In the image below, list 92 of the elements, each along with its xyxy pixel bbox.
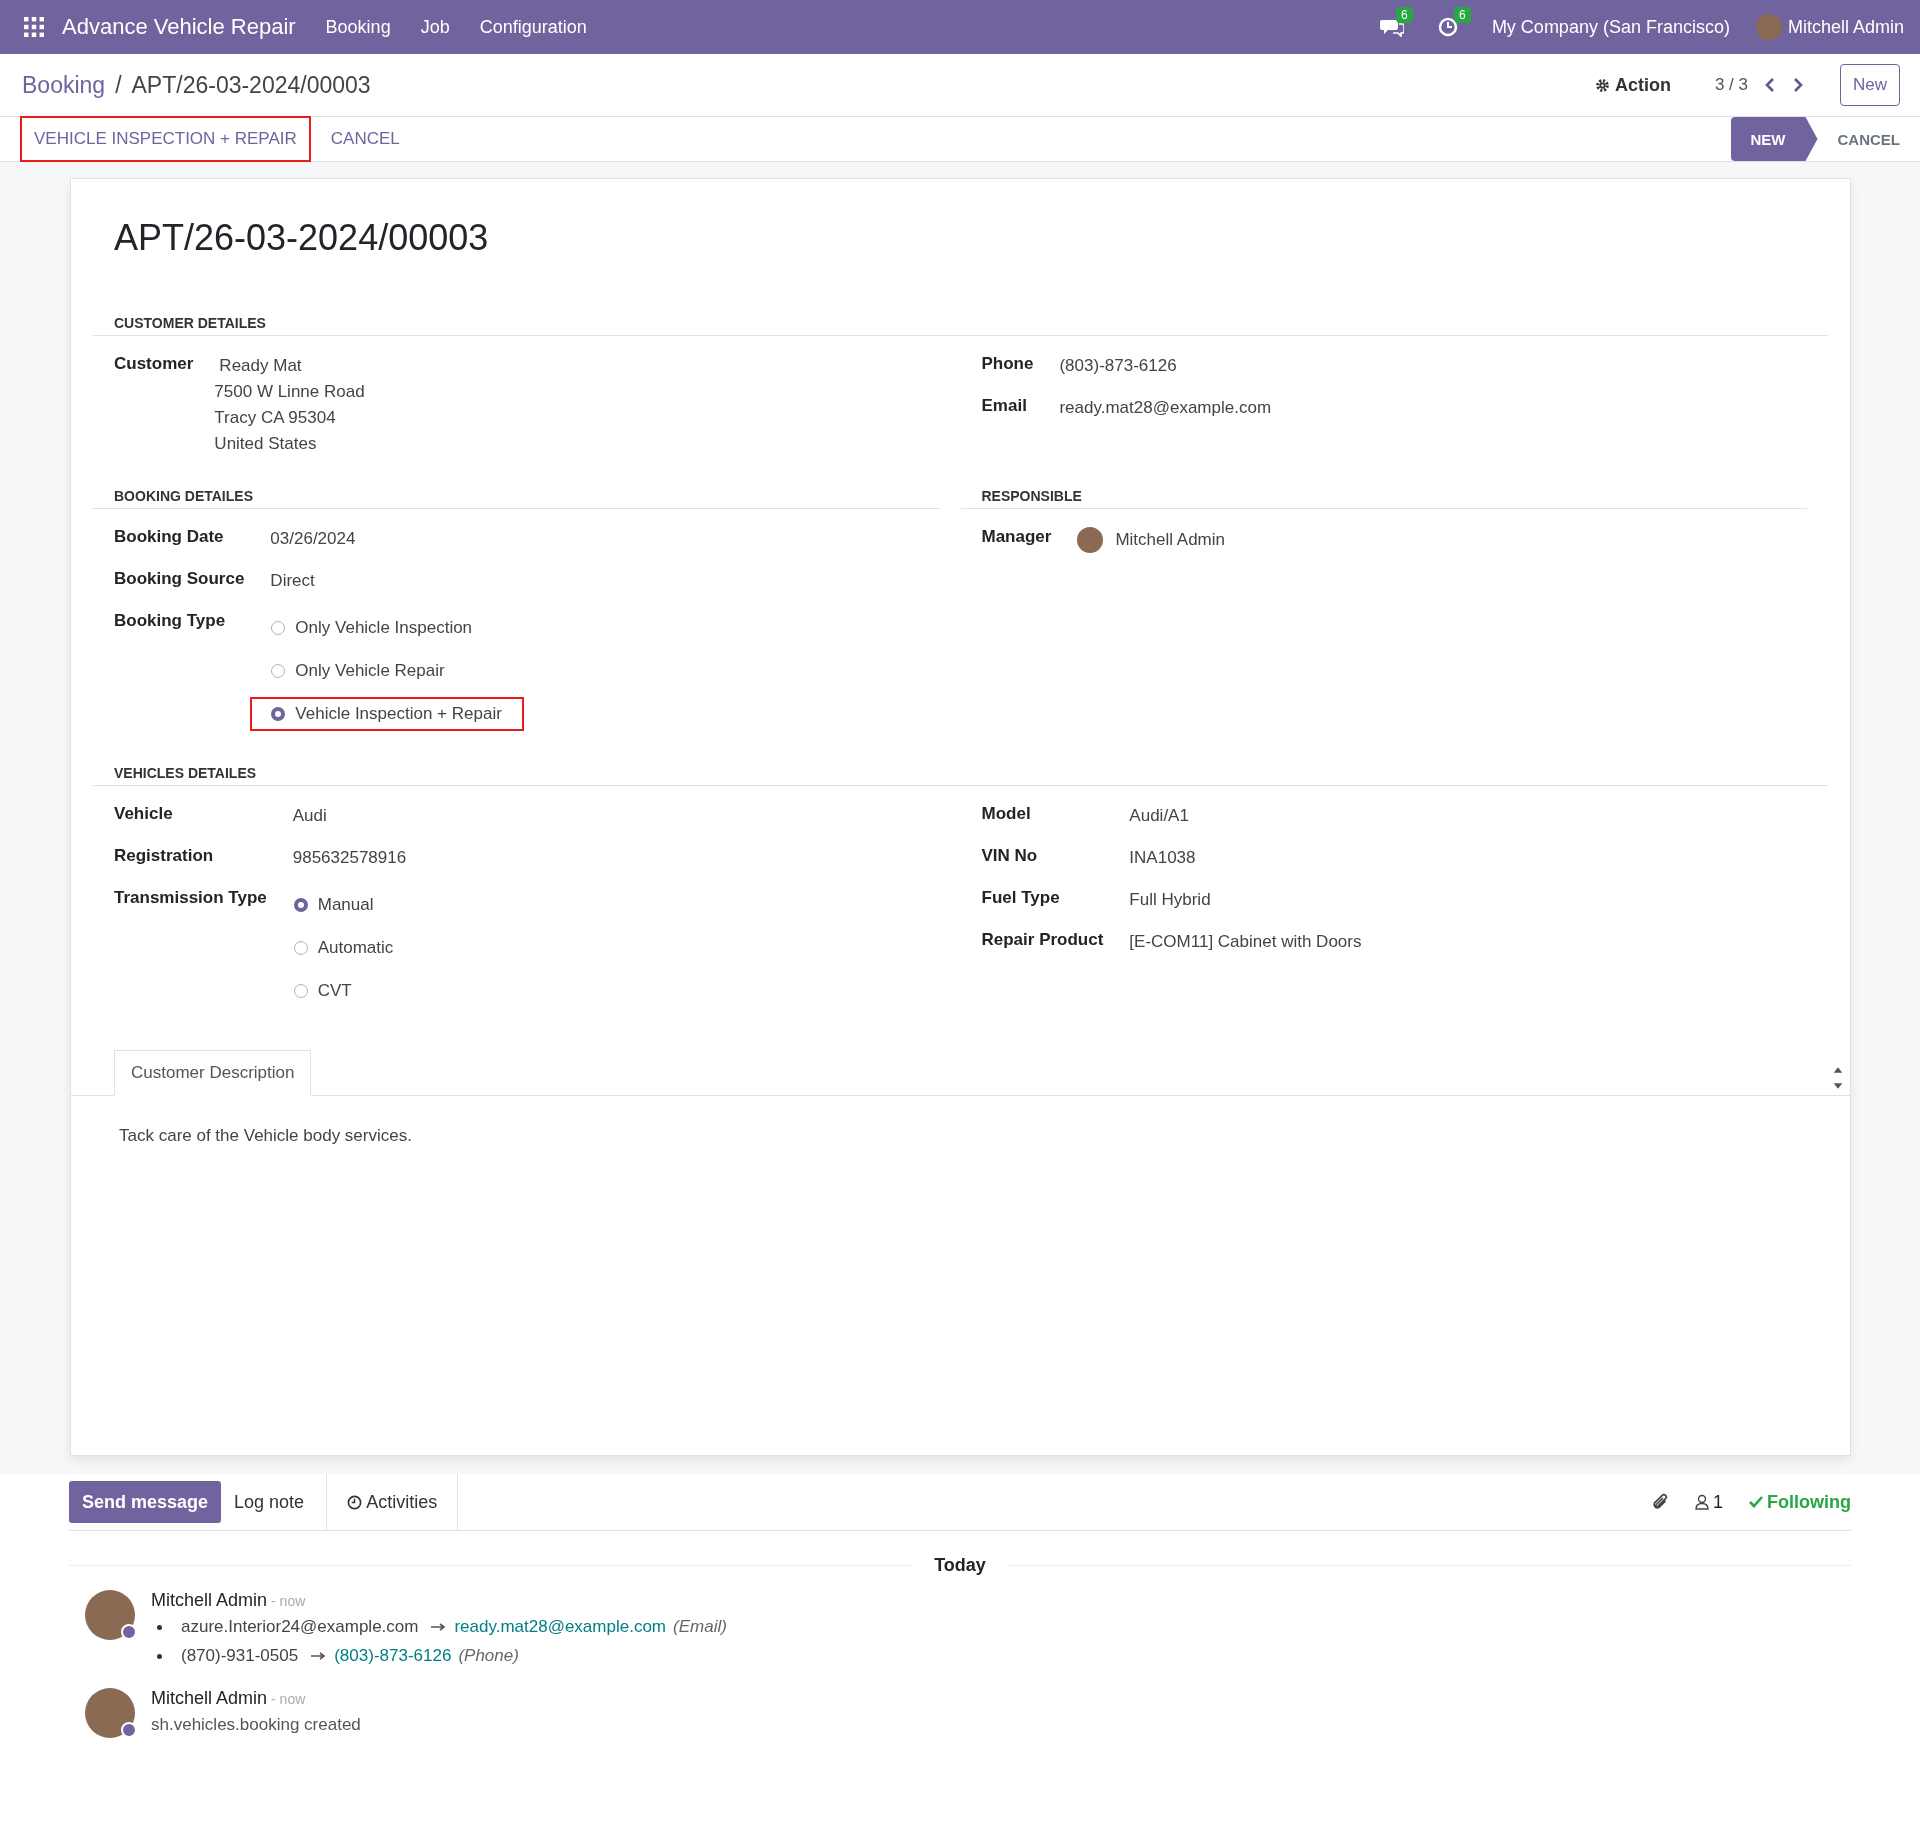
radio-option[interactable]: Vehicle Inspection + Repair bbox=[250, 697, 524, 731]
field-label: Phone bbox=[981, 354, 1034, 374]
field-value: 7500 W Linne Road bbox=[214, 382, 366, 402]
field-label: VIN No bbox=[981, 846, 1039, 866]
record-title: APT/26-03-2024/00003 bbox=[114, 217, 490, 259]
status-action-button[interactable]: VEHICLE INSPECTION + REPAIR bbox=[20, 116, 311, 162]
field-label: Manager bbox=[981, 527, 1052, 547]
count-badge: 6 bbox=[1453, 7, 1471, 23]
field-label: Repair Product bbox=[981, 930, 1104, 950]
field-label: Fuel Type bbox=[981, 888, 1061, 908]
menu-item[interactable]: Job bbox=[420, 16, 450, 38]
status-stage[interactable]: NEW bbox=[1730, 117, 1818, 161]
new-button[interactable]: New bbox=[1840, 64, 1900, 106]
field-label: Booking Date bbox=[114, 527, 225, 547]
chat-bubbles-icon[interactable] bbox=[1379, 17, 1404, 37]
clock-icon[interactable] bbox=[1437, 17, 1458, 37]
new-value: ready.mat28@example.com bbox=[454, 1617, 666, 1637]
field-value: Audi/A1 bbox=[1129, 806, 1190, 826]
chatter-button[interactable]: Send message bbox=[69, 1481, 222, 1523]
status-action-button[interactable]: CANCEL bbox=[316, 116, 414, 162]
field-label: Transmission Type bbox=[114, 888, 267, 908]
field-value[interactable]: Mitchell Admin bbox=[1115, 530, 1226, 550]
pager-value: 3 / 3 bbox=[1714, 75, 1748, 95]
field-label: Booking Type bbox=[114, 611, 227, 631]
app-name[interactable]: Advance Vehicle Repair bbox=[62, 14, 296, 40]
field-label: Model bbox=[981, 804, 1032, 824]
app-grid-icon[interactable] bbox=[24, 17, 44, 37]
message-time: - now bbox=[271, 1593, 306, 1609]
notebook-tab[interactable]: Customer Description bbox=[114, 1050, 312, 1096]
breadcrumb-link[interactable]: Booking bbox=[22, 71, 106, 99]
field-value: [E-COM11] Cabinet with Doors bbox=[1129, 932, 1363, 952]
count-badge: 6 bbox=[1395, 7, 1413, 23]
company-switcher[interactable]: My Company (San Francisco) bbox=[1491, 16, 1730, 38]
clock-icon bbox=[347, 1494, 363, 1510]
bullet-icon bbox=[157, 1653, 162, 1659]
field-value: 985632578916 bbox=[292, 848, 408, 868]
old-value: (870)-931-0505 bbox=[181, 1646, 299, 1666]
field-value: Ready Mat bbox=[219, 356, 303, 376]
action-button[interactable]: Action bbox=[1588, 73, 1677, 97]
field-label: Vehicle bbox=[114, 804, 174, 824]
radio-option[interactable]: Manual bbox=[272, 888, 396, 922]
breadcrumb-separator: / bbox=[115, 71, 122, 99]
arrow-right-icon bbox=[431, 1623, 448, 1631]
date-divider: Today bbox=[933, 1555, 987, 1576]
section-heading: RESPONSIBLE bbox=[960, 488, 1807, 509]
menu-item[interactable]: Configuration bbox=[479, 16, 587, 38]
menu-item[interactable]: Booking bbox=[325, 16, 391, 38]
user-avatar bbox=[85, 1590, 135, 1640]
radio-option[interactable]: Only Vehicle Inspection bbox=[250, 611, 495, 645]
radio-option[interactable]: Only Vehicle Repair bbox=[250, 654, 467, 688]
field-value: (803)-873-6126 bbox=[1059, 356, 1178, 376]
field-value: 03/26/2024 bbox=[270, 529, 357, 549]
field-label: Email bbox=[981, 396, 1028, 416]
field-label: Booking Source bbox=[114, 569, 245, 589]
chevron-left-icon[interactable] bbox=[1764, 78, 1776, 92]
field-value: ready.mat28@example.com bbox=[1059, 398, 1273, 418]
field-label: Customer bbox=[114, 354, 194, 374]
section-heading: BOOKING DETAILES bbox=[93, 488, 940, 509]
followers-button[interactable]: 1 bbox=[1695, 1491, 1723, 1513]
user-name[interactable]: Mitchell Admin bbox=[1787, 16, 1904, 38]
field-value: Audi bbox=[292, 806, 328, 826]
field-value: Tracy CA 95304 bbox=[214, 408, 337, 428]
message-author: Mitchell Admin bbox=[151, 1590, 268, 1611]
paperclip-icon[interactable] bbox=[1651, 1492, 1669, 1512]
status-stage[interactable]: CANCEL bbox=[1817, 117, 1920, 161]
message-text: sh.vehicles.booking created bbox=[151, 1715, 361, 1735]
field-label: Registration bbox=[114, 846, 215, 866]
user-avatar bbox=[1077, 527, 1104, 553]
description-text: Tack care of the Vehicle body services. bbox=[119, 1126, 413, 1146]
old-value: azure.Interior24@example.com bbox=[181, 1617, 419, 1637]
message-author: Mitchell Admin bbox=[151, 1688, 268, 1709]
user-avatar bbox=[85, 1688, 135, 1738]
person-icon bbox=[1695, 1494, 1709, 1510]
checkmark-icon bbox=[1749, 1496, 1763, 1508]
chevron-right-icon[interactable] bbox=[1792, 78, 1804, 92]
radio-option[interactable]: Automatic bbox=[272, 931, 416, 965]
field-value: INA1038 bbox=[1129, 848, 1197, 868]
field-value: Direct bbox=[270, 571, 316, 591]
section-heading: VEHICLES DETAILES bbox=[93, 765, 1828, 786]
changed-field-name: (Email) bbox=[673, 1617, 727, 1637]
changed-field-name: (Phone) bbox=[458, 1646, 519, 1666]
new-value: (803)-873-6126 bbox=[334, 1646, 452, 1666]
following-button[interactable]: Following bbox=[1749, 1491, 1851, 1513]
gear-icon bbox=[1594, 77, 1610, 93]
field-value: Full Hybrid bbox=[1129, 890, 1212, 910]
breadcrumb-current: APT/26-03-2024/00003 bbox=[131, 71, 371, 99]
radio-option[interactable]: CVT bbox=[272, 974, 374, 1008]
bullet-icon bbox=[157, 1624, 162, 1630]
arrow-right-icon bbox=[311, 1652, 328, 1660]
message-time: - now bbox=[271, 1691, 306, 1707]
section-heading: CUSTOMER DETAILES bbox=[93, 315, 1828, 336]
field-value: United States bbox=[214, 434, 318, 454]
